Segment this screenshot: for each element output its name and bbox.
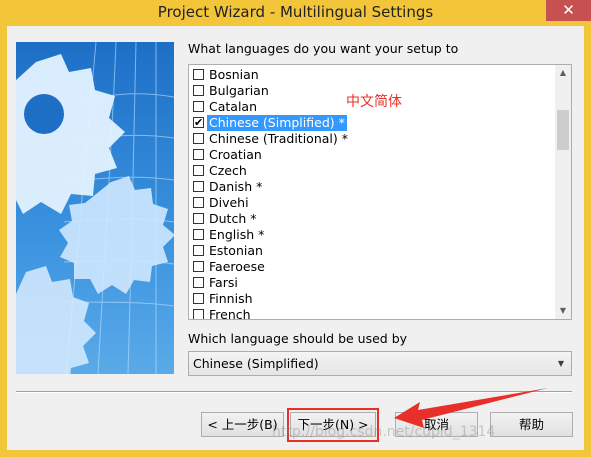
default-language-select[interactable]: Chinese (Simplified) ▼: [188, 351, 572, 376]
vertical-scrollbar[interactable]: ▲ ▼: [555, 65, 571, 319]
language-checkbox[interactable]: [193, 293, 204, 304]
language-label: Bosnian: [209, 67, 259, 82]
language-checkbox[interactable]: [193, 277, 204, 288]
language-checkbox[interactable]: [193, 245, 204, 256]
language-checkbox[interactable]: [193, 229, 204, 240]
language-checkbox[interactable]: [193, 213, 204, 224]
language-checkbox[interactable]: [193, 101, 204, 112]
language-label: Finnish: [209, 291, 253, 306]
language-checkbox[interactable]: [193, 165, 204, 176]
language-label: Bulgarian: [209, 83, 269, 98]
scroll-up-icon[interactable]: ▲: [555, 65, 571, 81]
language-label: Czech: [209, 163, 247, 178]
language-label: Catalan: [209, 99, 258, 114]
language-label: Croatian: [209, 147, 262, 162]
chevron-down-icon: ▼: [557, 359, 565, 368]
language-label: Danish *: [209, 179, 263, 194]
close-button[interactable]: ✕: [546, 0, 591, 21]
language-label: Dutch *: [209, 211, 257, 226]
list-item[interactable]: Dutch *: [191, 211, 555, 227]
list-item[interactable]: Finnish: [191, 291, 555, 307]
language-label: English *: [209, 227, 265, 242]
language-label: Chinese (Traditional) *: [209, 131, 348, 146]
list-item[interactable]: Danish *: [191, 179, 555, 195]
default-language-label: Which language should be used by: [188, 331, 408, 346]
scroll-down-icon[interactable]: ▼: [555, 303, 571, 319]
gears-illustration: [16, 42, 174, 374]
watermark-text: http://blog.csdn.net/cupid_1314: [272, 424, 496, 440]
language-checkbox[interactable]: ✔: [193, 117, 204, 128]
help-button[interactable]: 帮助: [490, 412, 573, 437]
language-checkbox[interactable]: [193, 69, 204, 80]
language-checkbox[interactable]: [193, 261, 204, 272]
language-label: Chinese (Simplified) *: [207, 115, 347, 131]
language-checkbox[interactable]: [193, 149, 204, 160]
list-item[interactable]: ✔ Chinese (Simplified) *: [191, 115, 555, 131]
list-item[interactable]: English *: [191, 227, 555, 243]
list-item[interactable]: Bosnian: [191, 67, 555, 83]
list-item[interactable]: Czech: [191, 163, 555, 179]
language-checkbox[interactable]: [193, 181, 204, 192]
list-item[interactable]: French: [191, 307, 555, 320]
list-item[interactable]: Estonian: [191, 243, 555, 259]
wizard-banner-image: [16, 42, 174, 374]
list-item[interactable]: Croatian: [191, 147, 555, 163]
window-title: Project Wizard - Multilingual Settings: [157, 3, 434, 21]
list-item[interactable]: Chinese (Traditional) *: [191, 131, 555, 147]
language-checkbox[interactable]: [193, 197, 204, 208]
language-label: Divehi: [209, 195, 249, 210]
language-label: Farsi: [209, 275, 238, 290]
language-label: French: [209, 307, 251, 320]
list-item[interactable]: Divehi: [191, 195, 555, 211]
language-checkbox[interactable]: [193, 309, 204, 319]
language-checkbox[interactable]: [193, 85, 204, 96]
divider: [16, 391, 572, 393]
scroll-thumb[interactable]: [557, 110, 569, 150]
list-item[interactable]: Farsi: [191, 275, 555, 291]
language-label: Faeroese: [209, 259, 265, 274]
list-item[interactable]: Faeroese: [191, 259, 555, 275]
languages-prompt: What languages do you want your setup to: [188, 41, 459, 56]
annotation-text: 中文简体: [346, 94, 402, 110]
default-language-value: Chinese (Simplified): [193, 356, 319, 371]
language-label: Estonian: [209, 243, 263, 258]
language-checkbox[interactable]: [193, 133, 204, 144]
